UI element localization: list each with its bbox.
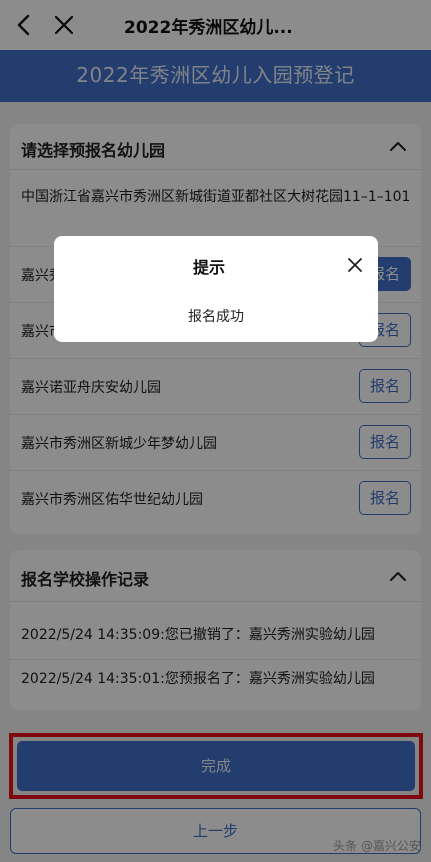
- modal-overlay[interactable]: [0, 0, 431, 862]
- alert-dialog: 提示 报名成功: [54, 236, 378, 342]
- dialog-title: 提示: [192, 258, 225, 277]
- dialog-message: 报名成功: [188, 309, 244, 325]
- close-icon[interactable]: [348, 258, 362, 272]
- watermark: 头条 @嘉兴公安: [333, 839, 421, 853]
